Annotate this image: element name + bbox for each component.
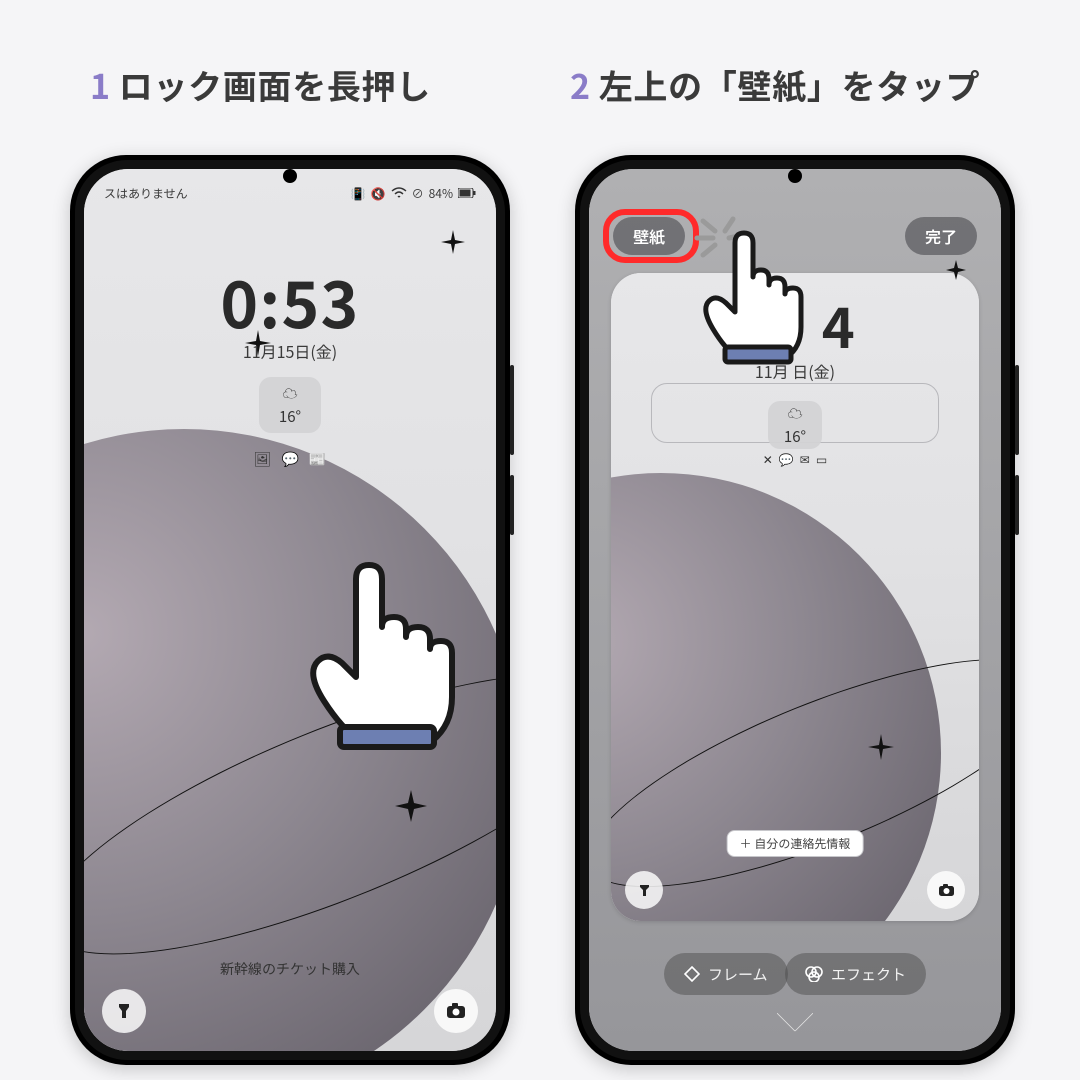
- mute-icon: 🔇: [371, 185, 386, 202]
- sparkle-icon: [945, 259, 967, 281]
- effect-button[interactable]: エフェクト: [785, 953, 926, 995]
- notif-icon: ▭: [816, 451, 827, 468]
- lockscreen-preview-card[interactable]: 0:54 11月 日(金) ☁ 16° ✕ 💬 ✉ ▭ ＋ 自分の連絡先情報: [611, 273, 979, 921]
- cloud-icon: ☁: [282, 383, 297, 404]
- carrier-text: スはありません: [104, 185, 188, 202]
- notif-row[interactable]: ✕ 💬 ✉ ▭: [763, 451, 827, 468]
- battery-pct: 84%: [429, 185, 453, 202]
- suggestion-chip[interactable]: 新幹線のチケット購入: [220, 959, 360, 979]
- frame-label: フレーム: [708, 964, 768, 985]
- camera-button[interactable]: [927, 871, 965, 909]
- wifi-icon: [391, 187, 407, 199]
- add-contact-button[interactable]: ＋ 自分の連絡先情報: [727, 830, 864, 857]
- side-button: [1015, 365, 1019, 455]
- status-bar: スはありません 📳 🔇 ⊘ 84%: [84, 179, 496, 207]
- step2-title: 2左上の「壁紙」をタップ: [570, 60, 980, 109]
- gesture-longpress-icon: [294, 559, 464, 759]
- mail-icon: ✉: [800, 451, 810, 468]
- chevron-down-icon[interactable]: ╲╱: [777, 1009, 813, 1035]
- sparkle-icon: [394, 789, 428, 823]
- step1-title: 1ロック画面を長押し: [90, 60, 431, 109]
- sparkle-icon: [867, 733, 895, 761]
- chat-icon: 💬: [779, 451, 794, 468]
- frame-button[interactable]: フレーム: [664, 953, 788, 995]
- camera-button[interactable]: [434, 989, 478, 1033]
- front-camera: [788, 169, 802, 183]
- side-button: [510, 475, 514, 535]
- step2-text: 左上の「壁紙」をタップ: [599, 60, 980, 109]
- weather-widget[interactable]: ☁ 16°: [768, 401, 822, 449]
- lock-screen[interactable]: スはありません 📳 🔇 ⊘ 84% 0:53 11月15日(金) ☁ 16°: [84, 169, 496, 1051]
- gesture-tap-icon: [695, 229, 805, 369]
- lock-editor-screen[interactable]: 壁紙 完了 0:54 11月 日(金) ☁ 16°: [589, 169, 1001, 1051]
- dnd-icon: ⊘: [412, 185, 424, 202]
- effect-icon: [805, 966, 823, 982]
- news-icon: 📰: [309, 449, 326, 469]
- step1-text: ロック画面を長押し: [119, 60, 431, 109]
- chat-icon: 💬: [281, 449, 298, 469]
- step1-num: 1: [90, 60, 111, 109]
- battery-icon: [458, 188, 476, 198]
- temp: 16°: [784, 426, 806, 447]
- cloud-icon: ☁: [787, 403, 802, 424]
- notif-row[interactable]: 🖼 💬 📰: [254, 449, 327, 469]
- step2-num: 2: [570, 60, 591, 109]
- phone-step1: スはありません 📳 🔇 ⊘ 84% 0:53 11月15日(金) ☁ 16°: [70, 155, 510, 1065]
- temp: 16°: [279, 406, 301, 427]
- weather-widget[interactable]: ☁ 16°: [259, 377, 321, 433]
- lock-clock[interactable]: 0:53: [220, 269, 359, 333]
- lock-date: 11月15日(金): [243, 339, 337, 363]
- sparkle-icon: [440, 229, 466, 255]
- missed-icon: ✕: [763, 451, 773, 468]
- done-button[interactable]: 完了: [905, 217, 977, 255]
- wallpaper-button[interactable]: 壁紙: [613, 217, 685, 255]
- frame-icon: [684, 966, 700, 982]
- front-camera: [283, 169, 297, 183]
- side-button: [510, 365, 514, 455]
- vibrate-icon: 📳: [351, 185, 366, 202]
- phone-step2: 壁紙 完了 0:54 11月 日(金) ☁ 16°: [575, 155, 1015, 1065]
- flashlight-button[interactable]: [102, 989, 146, 1033]
- side-button: [1015, 475, 1019, 535]
- photo-icon: 🖼: [254, 449, 272, 469]
- flashlight-button[interactable]: [625, 871, 663, 909]
- effect-label: エフェクト: [831, 964, 906, 985]
